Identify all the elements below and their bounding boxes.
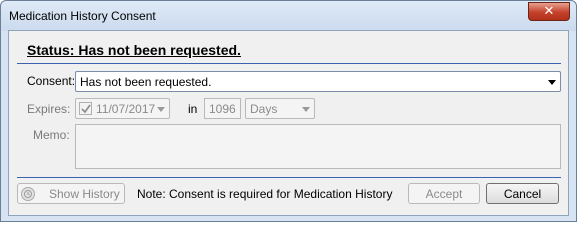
memo-textarea[interactable] [75,124,561,169]
chevron-down-icon [157,107,165,112]
dialog-content: Status: Has not been requested. Consent:… [8,30,569,216]
expires-amount: 1096 [209,102,236,116]
expires-checkbox[interactable] [79,102,92,115]
bottom-separator [17,177,561,178]
close-button[interactable]: ✕ [528,2,570,21]
in-label: in [188,102,198,116]
consent-note: Note: Consent is required for Medication… [137,187,393,201]
history-icon [21,186,35,201]
chevron-down-icon [548,80,556,85]
consent-label: Consent: [27,74,76,88]
show-history-label: Show History [49,186,120,201]
close-icon: ✕ [543,4,555,19]
top-separator [17,63,561,64]
expires-label: Expires: [27,102,71,116]
show-history-button[interactable]: Show History [17,183,125,204]
cancel-button[interactable]: Cancel [486,183,559,204]
memo-label: Memo: [33,128,70,142]
title-bar[interactable]: Medication History Consent ✕ [1,1,576,31]
window-title: Medication History Consent [9,9,156,23]
expires-date-picker[interactable]: 11/07/2017 [75,98,170,119]
status-heading: Status: Has not been requested. [27,42,241,58]
consent-value: Has not been requested. [80,75,212,89]
expires-unit: Days [250,102,278,116]
chevron-down-icon [302,107,310,112]
expires-amount-field[interactable]: 1096 [204,98,241,119]
dialog-window: Medication History Consent ✕ Status: Has… [0,0,577,222]
expires-unit-dropdown[interactable]: Days [245,98,315,119]
checkmark-icon [80,104,91,113]
expires-date: 11/07/2017 [96,102,156,116]
consent-dropdown[interactable]: Has not been requested. [75,71,561,92]
accept-button[interactable]: Accept [408,183,480,204]
